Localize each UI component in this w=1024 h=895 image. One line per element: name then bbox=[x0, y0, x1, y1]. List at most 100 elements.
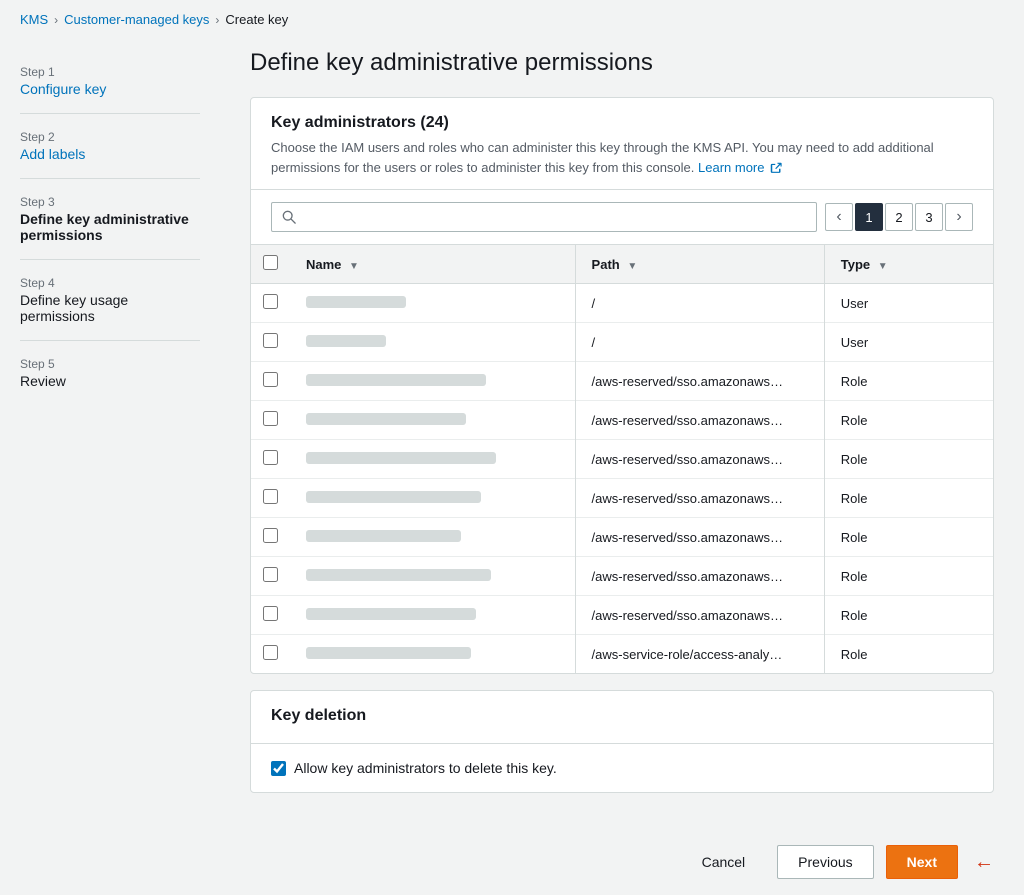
table-row: /User bbox=[251, 323, 993, 362]
row-path: /aws-reserved/sso.amazonaws… bbox=[575, 401, 824, 440]
page-title: Define key administrative permissions bbox=[250, 49, 994, 77]
breadcrumb-sep-1: › bbox=[54, 13, 58, 27]
row-name bbox=[290, 635, 575, 674]
row-checkbox-cell[interactable] bbox=[251, 557, 290, 596]
row-path: / bbox=[575, 284, 824, 323]
allow-delete-checkbox[interactable] bbox=[271, 761, 286, 776]
search-input-wrapper[interactable] bbox=[271, 202, 817, 232]
administrators-table: Name ▼ Path ▼ Type ▼ bbox=[251, 245, 993, 673]
allow-delete-label[interactable]: Allow key administrators to delete this … bbox=[271, 760, 973, 776]
sidebar-step1: Step 1 Configure key bbox=[20, 65, 200, 97]
row-checkbox[interactable] bbox=[263, 528, 278, 543]
pagination-page-1[interactable]: 1 bbox=[855, 203, 883, 231]
row-checkbox[interactable] bbox=[263, 372, 278, 387]
row-path: /aws-reserved/sso.amazonaws… bbox=[575, 518, 824, 557]
row-checkbox-cell[interactable] bbox=[251, 479, 290, 518]
main-layout: Step 1 Configure key Step 2 Add labels S… bbox=[0, 39, 1024, 829]
breadcrumb-customer-managed-keys[interactable]: Customer-managed keys bbox=[64, 12, 209, 27]
search-bar: ‹ 1 2 3 › bbox=[251, 190, 993, 245]
row-name bbox=[290, 518, 575, 557]
row-checkbox[interactable] bbox=[263, 489, 278, 504]
table-row: /aws-service-role/access-analy…Role bbox=[251, 635, 993, 674]
table-body: /User/User/aws-reserved/sso.amazonaws…Ro… bbox=[251, 284, 993, 674]
row-name bbox=[290, 440, 575, 479]
search-input[interactable] bbox=[302, 209, 806, 225]
sidebar-step5: Step 5 Review bbox=[20, 357, 200, 389]
row-path: /aws-reserved/sso.amazonaws… bbox=[575, 362, 824, 401]
name-sort-icon: ▼ bbox=[349, 261, 359, 272]
main-content: Define key administrative permissions Ke… bbox=[220, 39, 1024, 829]
row-type: Role bbox=[824, 362, 993, 401]
sidebar-step1-label: Step 1 bbox=[20, 65, 200, 79]
row-type: Role bbox=[824, 401, 993, 440]
sidebar-step4: Step 4 Define key usage permissions bbox=[20, 276, 200, 324]
search-icon bbox=[282, 210, 296, 224]
row-type: Role bbox=[824, 518, 993, 557]
table-row: /aws-reserved/sso.amazonaws…Role bbox=[251, 596, 993, 635]
row-name bbox=[290, 596, 575, 635]
row-checkbox[interactable] bbox=[263, 411, 278, 426]
th-path[interactable]: Path ▼ bbox=[575, 245, 824, 284]
row-type: Role bbox=[824, 479, 993, 518]
external-link-icon bbox=[770, 162, 782, 174]
table-row: /aws-reserved/sso.amazonaws…Role bbox=[251, 518, 993, 557]
row-checkbox[interactable] bbox=[263, 606, 278, 621]
pagination-next[interactable]: › bbox=[945, 203, 973, 231]
row-checkbox-cell[interactable] bbox=[251, 635, 290, 674]
next-button[interactable]: Next bbox=[886, 845, 958, 879]
sidebar-step3-label: Step 3 bbox=[20, 195, 200, 209]
sidebar-step5-label: Step 5 bbox=[20, 357, 200, 371]
row-checkbox-cell[interactable] bbox=[251, 401, 290, 440]
row-checkbox[interactable] bbox=[263, 645, 278, 660]
row-name bbox=[290, 284, 575, 323]
select-all-checkbox[interactable] bbox=[263, 255, 278, 270]
row-checkbox-cell[interactable] bbox=[251, 596, 290, 635]
sidebar-step4-label: Step 4 bbox=[20, 276, 200, 290]
row-name bbox=[290, 362, 575, 401]
table-wrapper: Name ▼ Path ▼ Type ▼ bbox=[251, 245, 993, 673]
row-checkbox[interactable] bbox=[263, 333, 278, 348]
row-type: Role bbox=[824, 440, 993, 479]
row-name bbox=[290, 479, 575, 518]
table-row: /aws-reserved/sso.amazonaws…Role bbox=[251, 557, 993, 596]
pagination-page-3[interactable]: 3 bbox=[915, 203, 943, 231]
breadcrumb-sep-2: › bbox=[215, 13, 219, 27]
table-row: /aws-reserved/sso.amazonaws…Role bbox=[251, 362, 993, 401]
pagination: ‹ 1 2 3 › bbox=[825, 203, 973, 231]
cancel-button[interactable]: Cancel bbox=[682, 846, 766, 878]
th-type[interactable]: Type ▼ bbox=[824, 245, 993, 284]
key-deletion-panel: Key deletion Allow key administrators to… bbox=[250, 690, 994, 793]
allow-delete-text: Allow key administrators to delete this … bbox=[294, 760, 557, 776]
learn-more-link[interactable]: Learn more bbox=[698, 160, 782, 175]
breadcrumb-kms[interactable]: KMS bbox=[20, 12, 48, 27]
row-checkbox[interactable] bbox=[263, 294, 278, 309]
row-checkbox-cell[interactable] bbox=[251, 362, 290, 401]
row-checkbox[interactable] bbox=[263, 450, 278, 465]
th-name[interactable]: Name ▼ bbox=[290, 245, 575, 284]
previous-button[interactable]: Previous bbox=[777, 845, 873, 879]
sidebar-step2-link[interactable]: Add labels bbox=[20, 146, 85, 162]
row-checkbox[interactable] bbox=[263, 567, 278, 582]
path-sort-icon: ▼ bbox=[627, 261, 637, 272]
row-checkbox-cell[interactable] bbox=[251, 518, 290, 557]
pagination-page-2[interactable]: 2 bbox=[885, 203, 913, 231]
row-checkbox-cell[interactable] bbox=[251, 323, 290, 362]
row-checkbox-cell[interactable] bbox=[251, 284, 290, 323]
table-row: /aws-reserved/sso.amazonaws…Role bbox=[251, 440, 993, 479]
table-row: /User bbox=[251, 284, 993, 323]
sidebar-step2-label: Step 2 bbox=[20, 130, 200, 144]
th-select-all[interactable] bbox=[251, 245, 290, 284]
key-deletion-body: Allow key administrators to delete this … bbox=[251, 744, 993, 792]
key-administrators-panel: Key administrators (24) Choose the IAM u… bbox=[250, 97, 994, 674]
row-name bbox=[290, 323, 575, 362]
sidebar-step1-link[interactable]: Configure key bbox=[20, 81, 106, 97]
table-row: /aws-reserved/sso.amazonaws…Role bbox=[251, 401, 993, 440]
row-checkbox-cell[interactable] bbox=[251, 440, 290, 479]
sidebar-step5-text: Review bbox=[20, 373, 200, 389]
panel-header: Key administrators (24) Choose the IAM u… bbox=[251, 98, 993, 190]
pagination-prev[interactable]: ‹ bbox=[825, 203, 853, 231]
key-deletion-title: Key deletion bbox=[271, 707, 973, 725]
panel-title: Key administrators (24) bbox=[271, 114, 973, 132]
footer: Cancel Previous Next ← bbox=[0, 829, 1024, 895]
sidebar-step4-text: Define key usage permissions bbox=[20, 292, 200, 324]
